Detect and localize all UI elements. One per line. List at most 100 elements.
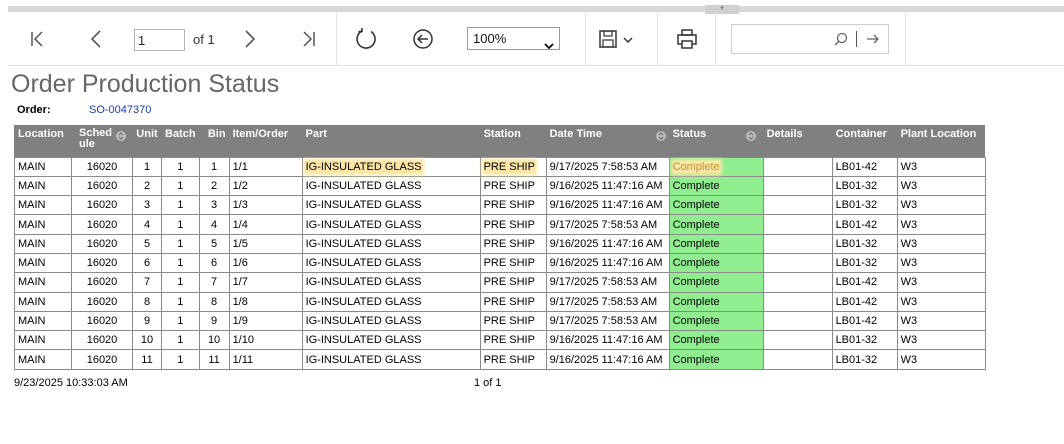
order-number-link[interactable]: SO-0047370 (89, 104, 151, 116)
cell-container-text[interactable]: LB01-32 (836, 238, 878, 250)
cell-status-text: Complete (672, 315, 720, 328)
cell-unit[interactable]: 7 (132, 272, 162, 293)
cell-station-text: PRE SHIP (483, 257, 535, 270)
cell-unit-text[interactable]: 4 (144, 219, 150, 231)
col-bin[interactable]: Bin (198, 125, 230, 157)
print-icon[interactable] (674, 26, 700, 52)
cell-details (762, 156, 833, 177)
cell-container[interactable]: LB01-42 (831, 291, 898, 312)
cell-part: IG-INSULATED GLASS (301, 291, 481, 312)
table-row: MAIN 16020 9 1 9 1/9 IG-INSULATED GLASS PRE SHI… (14, 310, 986, 332)
cell-container[interactable]: LB01-32 (831, 330, 898, 351)
cell-status: Complete (668, 214, 764, 235)
cell-batch-text: 1 (177, 276, 184, 289)
col-date-time[interactable]: Date Time (545, 125, 670, 157)
cell-container-text[interactable]: LB01-42 (836, 161, 878, 173)
cell-unit-text[interactable]: 6 (144, 257, 150, 269)
cell-container[interactable]: LB01-32 (831, 252, 898, 274)
cell-item-order-text: 1/6 (232, 257, 248, 270)
first-page-icon[interactable] (26, 27, 50, 51)
cell-unit-text[interactable]: 10 (141, 334, 153, 346)
cell-unit[interactable]: 1 (132, 156, 162, 177)
sort-icon[interactable] (116, 130, 126, 145)
cell-container-text[interactable]: LB01-42 (836, 296, 878, 308)
cell-unit-text[interactable]: 5 (144, 238, 150, 250)
cell-date-time: 9/16/2025 11:47:16 AM (545, 349, 670, 370)
cell-unit-text[interactable]: 2 (144, 180, 150, 192)
cell-schedule-text: 16020 (86, 179, 118, 192)
cell-container[interactable]: LB01-42 (831, 214, 898, 235)
cell-container[interactable]: LB01-32 (831, 195, 898, 216)
cell-batch-text: 1 (177, 295, 184, 308)
cell-unit[interactable]: 9 (132, 310, 162, 332)
search-icon[interactable] (834, 32, 848, 51)
cell-unit[interactable]: 11 (132, 349, 162, 370)
cell-location-text: MAIN (18, 179, 46, 192)
cell-date-time: 9/16/2025 11:47:16 AM (545, 330, 670, 351)
cell-location: MAIN (14, 156, 72, 177)
col-schedule[interactable]: Sched ule (71, 125, 133, 157)
cell-station-text: PRE SHIP (483, 199, 535, 212)
col-item-order[interactable]: Item/Order (228, 125, 303, 157)
save-icon[interactable] (596, 28, 640, 52)
col-status[interactable]: Status (668, 125, 764, 157)
zoom-select[interactable]: 100% (467, 27, 560, 50)
cell-container[interactable]: LB01-42 (831, 156, 898, 177)
sort-icon[interactable] (655, 130, 666, 145)
col-batch[interactable]: Batch (161, 125, 200, 157)
prev-page-icon[interactable] (85, 27, 109, 51)
cell-container-text[interactable]: LB01-42 (836, 219, 878, 231)
cell-container-text[interactable]: LB01-32 (836, 334, 878, 346)
cell-container-text[interactable]: LB01-42 (836, 315, 878, 327)
cell-bin: 1 (198, 156, 230, 177)
col-container[interactable]: Container (831, 125, 898, 157)
cell-date-time-text: 9/16/2025 11:47:16 AM (549, 199, 663, 212)
cell-unit[interactable]: 4 (132, 214, 162, 235)
col-part[interactable]: Part (301, 125, 481, 157)
sort-icon[interactable] (745, 130, 756, 145)
last-page-icon[interactable] (296, 27, 320, 51)
cell-unit[interactable]: 3 (132, 195, 162, 216)
cell-station-text: PRE SHIP (483, 334, 535, 347)
cell-container-text[interactable]: LB01-32 (836, 257, 878, 269)
cell-container[interactable]: LB01-42 (831, 272, 898, 293)
cell-container[interactable]: LB01-32 (831, 175, 898, 197)
cell-unit-text[interactable]: 3 (144, 199, 150, 211)
cell-container-text[interactable]: LB01-42 (836, 276, 878, 288)
cell-unit-text[interactable]: 9 (144, 315, 150, 327)
cell-container-text[interactable]: LB01-32 (836, 354, 878, 366)
cell-status-text: Complete (672, 218, 720, 231)
search-input[interactable] (731, 24, 889, 54)
refresh-icon[interactable] (353, 26, 379, 52)
next-page-icon[interactable] (237, 27, 261, 51)
cell-unit[interactable]: 8 (132, 291, 162, 312)
cell-plant-location-text: W3 (900, 218, 918, 231)
col-station[interactable]: Station (479, 125, 547, 157)
cell-bin: 5 (198, 233, 230, 254)
col-unit[interactable]: Unit (132, 125, 162, 157)
arrow-right-icon[interactable] (866, 32, 880, 51)
cell-unit-text[interactable]: 11 (141, 354, 152, 366)
cell-unit[interactable]: 5 (132, 233, 162, 254)
cell-container-text[interactable]: LB01-32 (836, 199, 878, 211)
cell-plant-location: W3 (896, 195, 986, 216)
toolbar-divider (585, 12, 586, 66)
cell-container[interactable]: LB01-42 (831, 310, 898, 332)
cell-batch-text: 1 (177, 179, 184, 192)
cell-batch-text: 1 (177, 218, 184, 231)
col-details[interactable]: Details (762, 125, 833, 157)
back-icon[interactable] (410, 26, 436, 52)
cell-unit-text[interactable]: 7 (144, 276, 150, 288)
page-number-input[interactable] (134, 29, 185, 51)
cell-unit[interactable]: 10 (132, 330, 162, 351)
col-plant-location[interactable]: Plant Location (896, 125, 986, 157)
cell-unit-text[interactable]: 1 (144, 161, 150, 173)
col-location[interactable]: Location (14, 125, 72, 157)
cell-unit[interactable]: 6 (132, 252, 162, 274)
cell-container-text[interactable]: LB01-32 (836, 180, 878, 192)
cell-schedule: 16020 (71, 233, 133, 254)
cell-container[interactable]: LB01-32 (831, 233, 898, 254)
cell-unit-text[interactable]: 8 (144, 296, 150, 308)
cell-container[interactable]: LB01-32 (831, 349, 898, 370)
cell-unit[interactable]: 2 (132, 175, 162, 197)
